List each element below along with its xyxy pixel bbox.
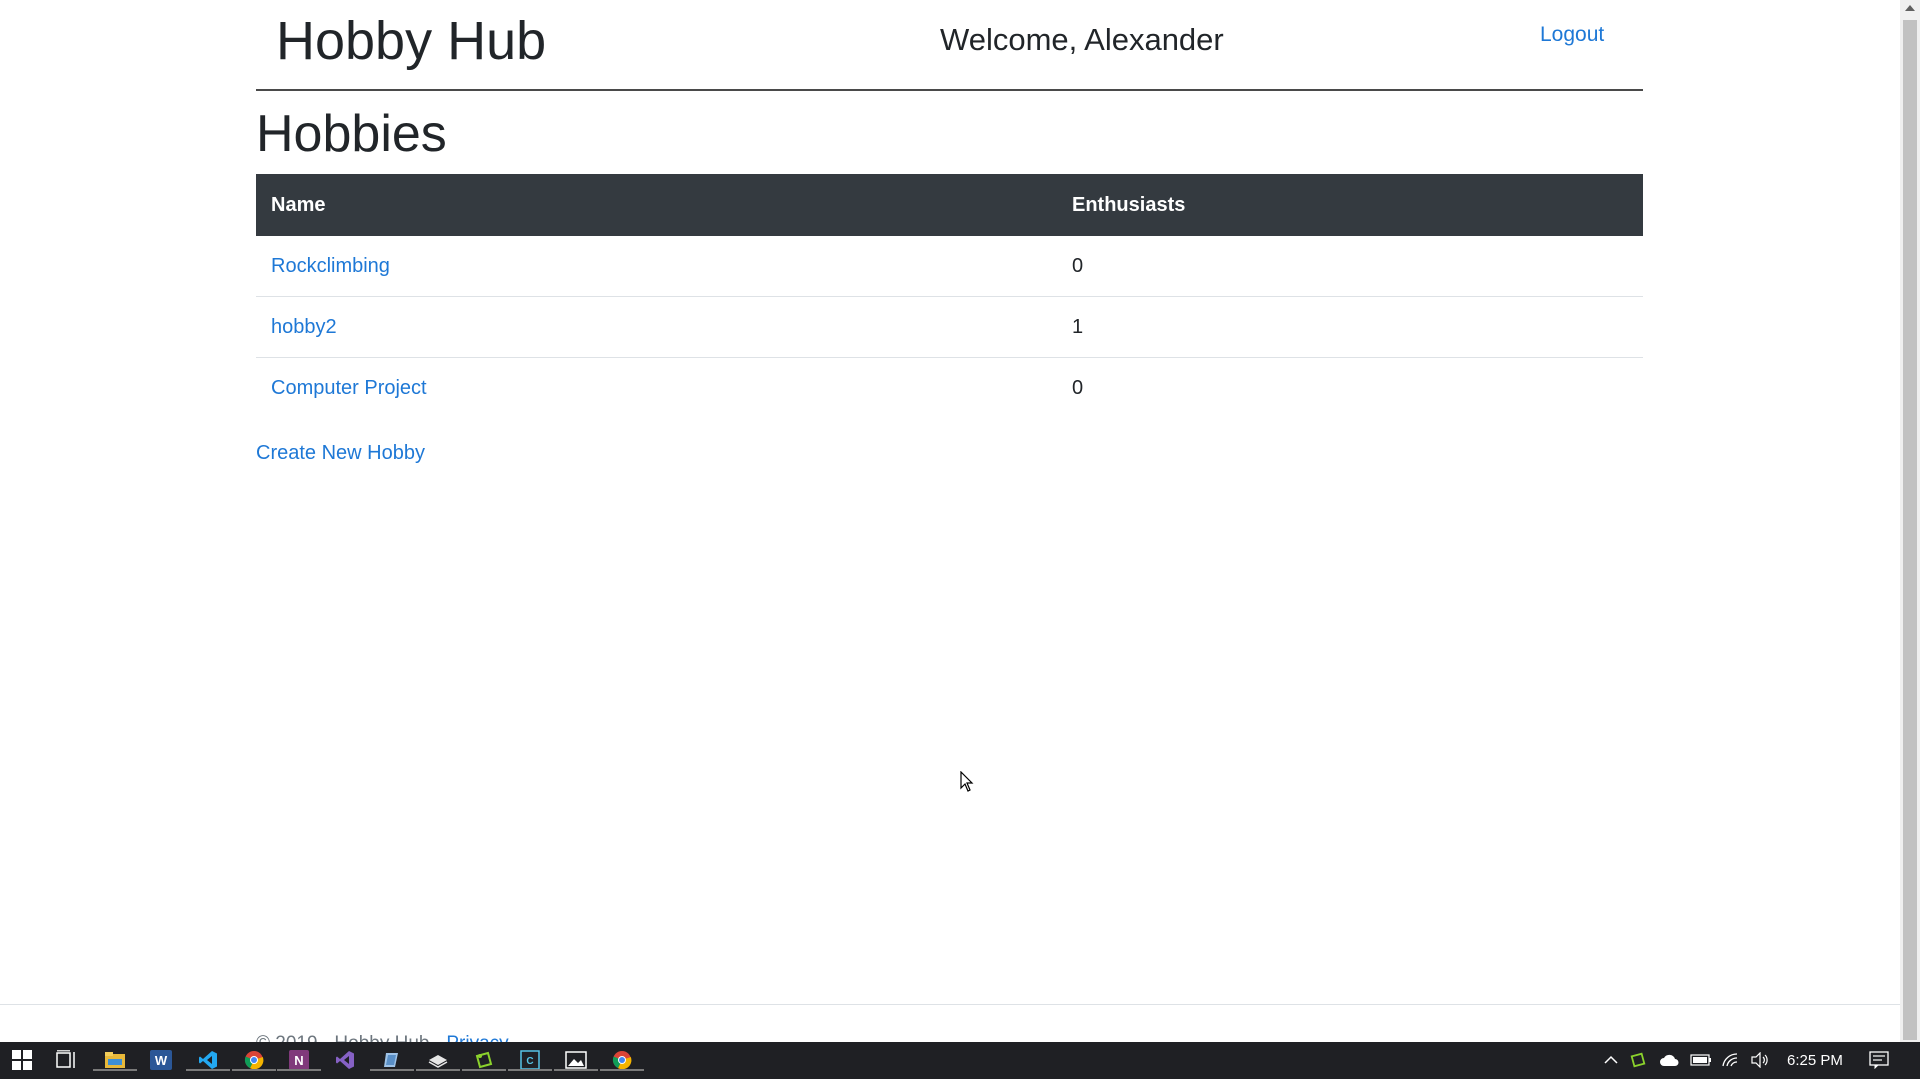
vertical-scrollbar[interactable] (1900, 0, 1920, 1042)
column-header-enthusiasts: Enthusiasts (1057, 174, 1643, 236)
active-indicator (600, 1069, 644, 1071)
column-header-name: Name (256, 174, 1057, 236)
table-row: Computer Project 0 (256, 357, 1643, 418)
hobby-name-cell: Rockclimbing (256, 236, 1057, 297)
taskbar-clock[interactable]: 6:25 PM (1787, 1052, 1843, 1069)
hobby-link[interactable]: Computer Project (271, 377, 427, 399)
tray-app-icon[interactable] (1626, 1048, 1650, 1072)
hobby-link[interactable]: Rockclimbing (271, 255, 390, 277)
svg-text:N: N (294, 1053, 303, 1068)
visual-studio-icon[interactable] (333, 1048, 357, 1072)
task-view-icon[interactable] (55, 1048, 79, 1072)
active-indicator (186, 1069, 230, 1071)
scroll-up-arrow-icon[interactable] (1905, 5, 1915, 11)
active-indicator (554, 1069, 598, 1071)
hobby-link[interactable]: hobby2 (271, 316, 337, 338)
windows-start-icon[interactable] (10, 1048, 34, 1072)
terminal-icon[interactable]: C (508, 1048, 552, 1072)
active-indicator (232, 1069, 276, 1071)
hobby-name-cell: hobby2 (256, 296, 1057, 358)
privacy-link[interactable]: Privacy (446, 1033, 508, 1042)
onedrive-cloud-icon[interactable] (1657, 1048, 1681, 1072)
active-indicator (416, 1069, 460, 1071)
svg-text:C: C (526, 1056, 533, 1067)
page-container: Hobby Hub Welcome, Alexander Logout Hobb… (256, 0, 1643, 464)
brand-link[interactable]: Hobby Hub (276, 10, 546, 72)
active-indicator (277, 1069, 321, 1071)
word-icon[interactable]: W (149, 1048, 173, 1072)
active-indicator (93, 1069, 137, 1071)
mouse-cursor-icon (960, 771, 974, 792)
svg-text:W: W (155, 1053, 168, 1068)
vscode-icon[interactable] (186, 1048, 230, 1072)
action-center-icon[interactable] (1867, 1048, 1891, 1072)
hobbies-table: Name Enthusiasts Rockclimbing 0 hobby2 1 (256, 174, 1643, 418)
table-header-row: Name Enthusiasts (256, 174, 1643, 236)
onenote-icon[interactable]: N (277, 1048, 321, 1072)
photos-icon[interactable] (554, 1048, 598, 1072)
chrome-icon[interactable] (600, 1048, 644, 1072)
active-indicator (462, 1069, 506, 1071)
file-explorer-icon[interactable] (93, 1048, 137, 1072)
volume-icon[interactable] (1748, 1048, 1772, 1072)
welcome-message: Welcome, Alexander (940, 22, 1224, 57)
site-header: Hobby Hub Welcome, Alexander Logout (256, 0, 1643, 91)
active-indicator (370, 1069, 414, 1071)
site-footer: © 2019 - Hobby Hub - Privacy (0, 1004, 1900, 1042)
create-new-hobby-link[interactable]: Create New Hobby (256, 442, 425, 465)
wifi-icon[interactable] (1719, 1048, 1743, 1072)
enthusiasts-cell: 0 (1057, 357, 1643, 418)
enthusiasts-cell: 0 (1072, 254, 1084, 277)
hobby-name-cell: Computer Project (256, 357, 1057, 418)
battery-icon[interactable] (1689, 1048, 1713, 1072)
windows-taskbar: W N C 6:25 PM (0, 1042, 1920, 1079)
page-title: Hobbies (256, 105, 447, 163)
logout-link[interactable]: Logout (1540, 23, 1604, 47)
copyright-text: © 2019 - Hobby Hub - (256, 1033, 446, 1042)
show-hidden-icons-chevron-up-icon[interactable] (1599, 1048, 1623, 1072)
app-icon[interactable] (416, 1048, 460, 1072)
enthusiasts-cell: 1 (1057, 296, 1643, 358)
app-icon[interactable] (370, 1048, 414, 1072)
table-row: hobby2 1 (256, 296, 1643, 358)
active-indicator (508, 1069, 552, 1071)
browser-viewport: Hobby Hub Welcome, Alexander Logout Hobb… (0, 0, 1900, 1042)
scrollbar-thumb[interactable] (1903, 20, 1917, 1040)
chrome-icon[interactable] (232, 1048, 276, 1072)
app-icon[interactable] (462, 1048, 506, 1072)
table-row: Rockclimbing 0 (256, 236, 1643, 297)
footer-text: © 2019 - Hobby Hub - Privacy (256, 1033, 509, 1042)
